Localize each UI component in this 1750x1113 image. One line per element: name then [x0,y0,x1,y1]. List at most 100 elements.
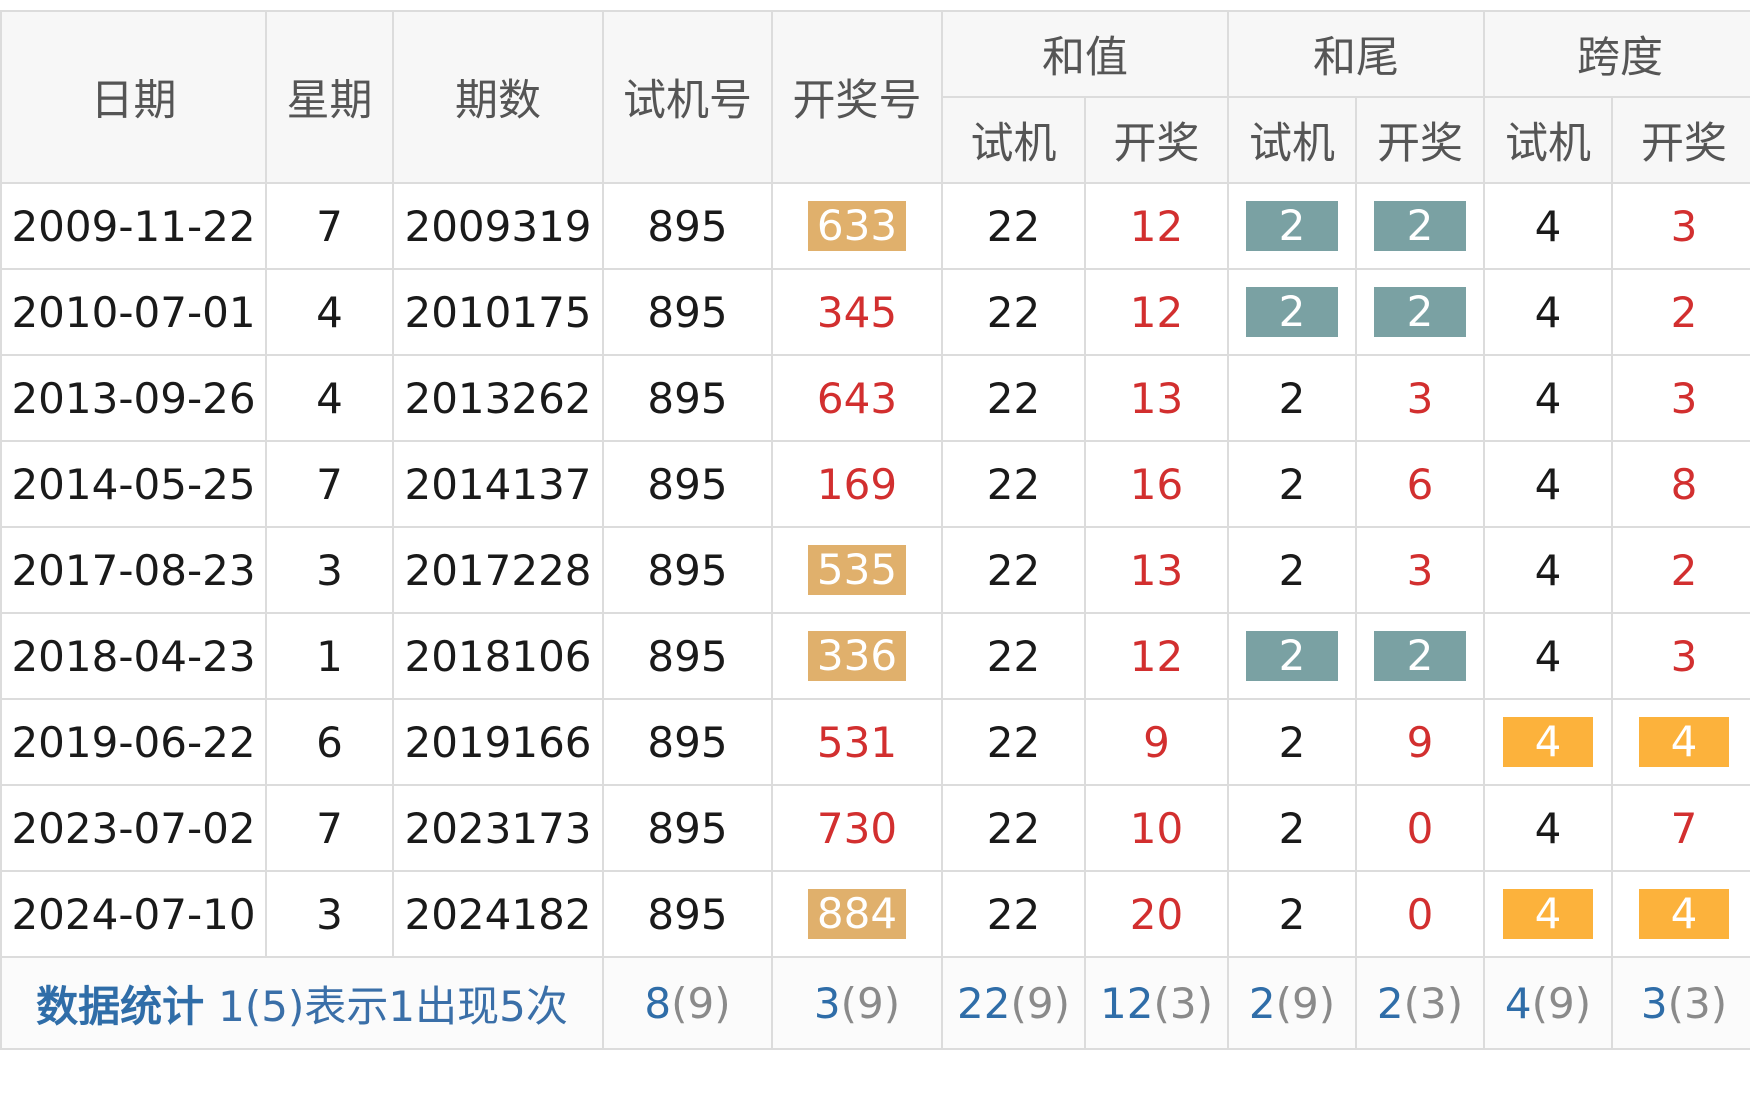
draw-highlight-badge: 535 [808,545,906,595]
cell-span-trial: 4 [1483,526,1613,614]
cell-span-trial: 4 [1483,440,1613,528]
cell-tail-trial: 2 [1227,784,1357,872]
cell-tail-trial: 2 [1227,440,1357,528]
cell-weekday: 1 [265,612,394,700]
cell-span-trial: 4 [1483,182,1613,270]
cell-sum-draw: 20 [1084,870,1229,958]
cell-sum-trial: 22 [941,354,1086,442]
stats-count: (3) [1153,978,1213,1028]
header-sum-tail: 和尾 [1227,10,1485,98]
cell-tail-trial: 2 [1227,612,1357,700]
cell-period: 2023173 [392,784,604,872]
cell-trial: 895 [602,698,773,786]
header-tail-draw: 开奖 [1355,96,1485,184]
stats-value: 4 [1504,978,1532,1028]
stats-value: 12 [1100,978,1154,1028]
cell-weekday: 4 [265,268,394,356]
cell-tail-draw: 2 [1355,268,1485,356]
cell-draw: 169 [771,440,943,528]
cell-tail-draw: 0 [1355,784,1485,872]
stats-count: (3) [1667,978,1728,1028]
cell-period: 2024182 [392,870,604,958]
cell-span-trial: 4 [1483,612,1613,700]
cell-date: 2009-11-22 [0,182,267,270]
header-trial-number: 试机号 [602,10,773,184]
header-tail-trial: 试机 [1227,96,1357,184]
cell-sum-draw: 13 [1084,354,1229,442]
table-row: 2010-07-01 4 2010175 895 345 22 12 2 2 4… [0,268,1750,356]
cell-weekday: 7 [265,784,394,872]
tail-match-badge: 2 [1374,631,1466,681]
cell-tail-draw: 0 [1355,870,1485,958]
draw-highlight-badge: 336 [808,631,906,681]
stats-span-trial: 4(9) [1483,956,1613,1050]
tail-match-badge: 2 [1374,287,1466,337]
tail-match-badge: 2 [1246,631,1338,681]
cell-span-draw: 3 [1611,354,1750,442]
cell-span-trial: 4 [1483,784,1613,872]
header-date: 日期 [0,10,267,184]
cell-sum-trial: 22 [941,870,1086,958]
cell-span-draw: 2 [1611,268,1750,356]
cell-period: 2017228 [392,526,604,614]
cell-tail-trial: 2 [1227,182,1357,270]
cell-sum-trial: 22 [941,698,1086,786]
stats-count: (3) [1403,978,1464,1028]
cell-weekday: 7 [265,440,394,528]
stats-value: 2 [1248,978,1276,1028]
cell-date: 2024-07-10 [0,870,267,958]
header-sum: 和值 [941,10,1229,98]
stats-value: 22 [957,978,1011,1028]
cell-weekday: 3 [265,870,394,958]
cell-span-draw: 3 [1611,612,1750,700]
cell-sum-draw: 13 [1084,526,1229,614]
cell-period: 2013262 [392,354,604,442]
cell-period: 2010175 [392,268,604,356]
span-match-badge: 4 [1639,717,1729,767]
cell-span-trial: 4 [1483,870,1613,958]
cell-trial: 895 [602,526,773,614]
table-row: 2024-07-10 3 2024182 895 884 22 20 2 0 4… [0,870,1750,958]
table-row: 2014-05-25 7 2014137 895 169 22 16 2 6 4… [0,440,1750,528]
stats-count: (9) [1275,978,1336,1028]
cell-period: 2009319 [392,182,604,270]
cell-sum-draw: 12 [1084,182,1229,270]
header-span-draw: 开奖 [1611,96,1750,184]
cell-sum-trial: 22 [941,440,1086,528]
cell-draw: 884 [771,870,943,958]
cell-span-trial: 4 [1483,354,1613,442]
stats-count: (9) [671,978,731,1028]
stats-title: 数据统计 [36,981,205,1031]
cell-draw: 633 [771,182,943,270]
table-row: 2013-09-26 4 2013262 895 643 22 13 2 3 4… [0,354,1750,442]
stats-value: 8 [644,978,672,1028]
span-match-badge: 4 [1503,717,1593,767]
stats-row: 数据统计 1(5)表示1出现5次 8(9) 3(9) 22(9) 12(3) 2(… [0,956,1750,1050]
header-weekday: 星期 [265,10,394,184]
header-sum-trial: 试机 [941,96,1086,184]
cell-period: 2018106 [392,612,604,700]
cell-date: 2017-08-23 [0,526,267,614]
cell-tail-trial: 2 [1227,268,1357,356]
stats-value: 2 [1376,978,1404,1028]
stats-value: 3 [1640,978,1668,1028]
cell-date: 2023-07-02 [0,784,267,872]
draw-highlight-badge: 633 [808,201,906,251]
cell-date: 2014-05-25 [0,440,267,528]
lottery-history-table: 日期 星期 期数 试机号 开奖号 和值 和尾 跨度 试机 开奖 试机 开奖 试机… [0,10,1750,1050]
cell-trial: 895 [602,268,773,356]
cell-tail-trial: 2 [1227,354,1357,442]
table-row: 2018-04-23 1 2018106 895 336 22 12 2 2 4… [0,612,1750,700]
cell-draw: 336 [771,612,943,700]
cell-span-draw: 2 [1611,526,1750,614]
cell-trial: 895 [602,870,773,958]
cell-tail-draw: 3 [1355,354,1485,442]
stats-span-draw: 3(3) [1611,956,1750,1050]
cell-sum-trial: 22 [941,182,1086,270]
tail-match-badge: 2 [1246,287,1338,337]
header-sum-draw: 开奖 [1084,96,1229,184]
cell-weekday: 4 [265,354,394,442]
cell-tail-draw: 2 [1355,612,1485,700]
tail-match-badge: 2 [1374,201,1466,251]
cell-trial: 895 [602,354,773,442]
